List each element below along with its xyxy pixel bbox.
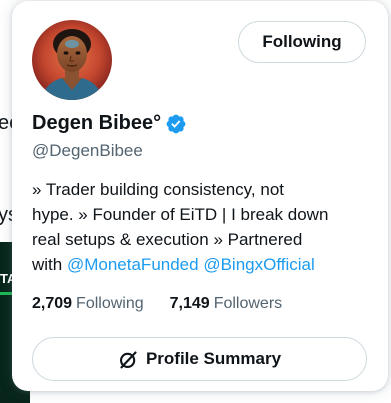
- followers-label: Followers: [213, 295, 283, 312]
- profile-summary-button[interactable]: Profile Summary: [32, 337, 367, 381]
- name-row: Degen Bibee°: [32, 112, 187, 135]
- follow-stats: 2,709 Following 7,149 Followers: [32, 295, 282, 313]
- following-count: 2,709: [32, 295, 73, 312]
- profile-summary-label: Profile Summary: [145, 349, 282, 368]
- bio-line: real setups & execution » Partnered: [32, 230, 303, 249]
- bio-line: » Trader building consistency, not: [32, 180, 284, 199]
- followers-count: 7,149: [169, 295, 210, 312]
- avatar-image: [32, 20, 112, 100]
- following-button[interactable]: Following: [238, 21, 366, 63]
- followers-stat-link[interactable]: 7,149 Followers: [170, 295, 283, 313]
- mention-link[interactable]: @BingxOfficial: [203, 255, 314, 274]
- avatar[interactable]: [32, 20, 112, 100]
- profile-bio: » Trader building consistency, not hype.…: [32, 177, 372, 277]
- bio-text: with: [32, 255, 63, 274]
- background-media-accent: [0, 292, 12, 295]
- grok-icon: [119, 350, 137, 368]
- mention-link[interactable]: @MonetaFunded: [67, 255, 199, 274]
- profile-hover-card: Following Degen Bibee° @DegenBibee » Tra…: [12, 1, 388, 391]
- following-stat-link[interactable]: 2,709 Following: [32, 295, 144, 313]
- user-handle[interactable]: @DegenBibee: [32, 141, 143, 161]
- display-name[interactable]: Degen Bibee°: [32, 112, 161, 135]
- verified-badge-icon[interactable]: [165, 113, 187, 135]
- bio-line: with @MonetaFunded @BingxOfficial: [32, 252, 372, 277]
- bio-line: hype. » Founder of EiTD | I break down: [32, 205, 329, 224]
- following-label: Following: [76, 295, 144, 312]
